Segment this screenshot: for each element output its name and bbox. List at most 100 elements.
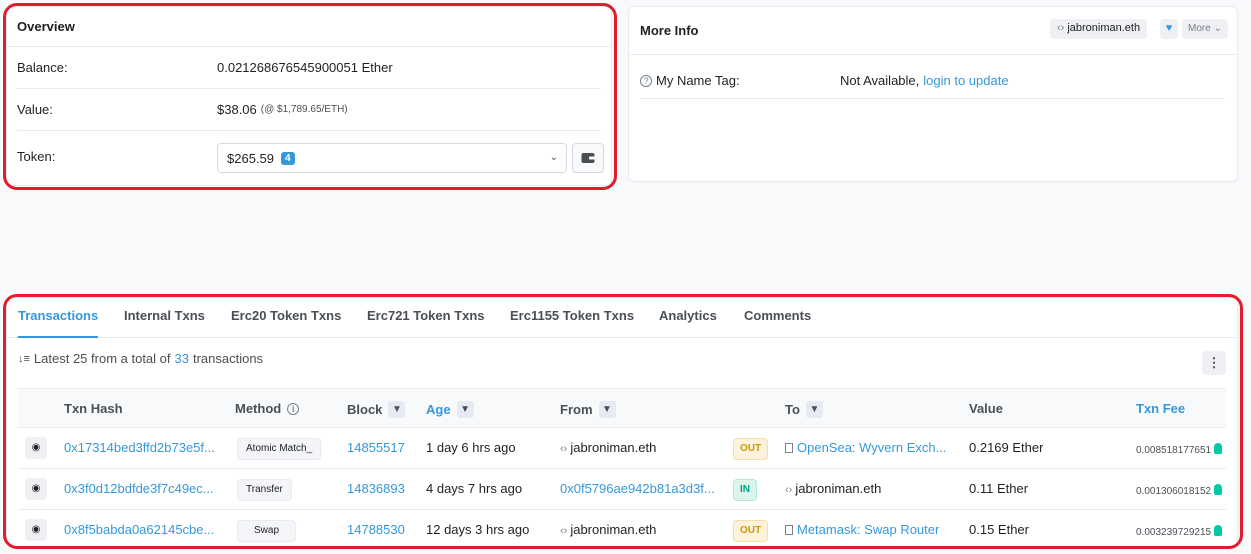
filter-icon[interactable]: ▼ — [805, 401, 823, 418]
tab-comments[interactable]: Comments — [744, 298, 811, 338]
info-icon[interactable]: i — [287, 402, 300, 415]
value-usd: $38.06 — [217, 102, 257, 117]
eye-icon[interactable]: ◉ — [25, 478, 47, 500]
filter-icon[interactable]: ▼ — [456, 401, 474, 418]
code-icon: ‹› — [560, 525, 568, 537]
token-value: $265.59 — [227, 150, 274, 166]
summary-prefix: Latest 25 from a total of — [33, 351, 171, 366]
token-count-badge: 4 — [281, 151, 295, 165]
txn-fee: 0.003239729215 — [1136, 523, 1223, 538]
direction-badge: IN — [733, 479, 757, 501]
col-block-label: Block — [347, 402, 383, 417]
age-value: 1 day 6 hrs ago — [426, 440, 516, 455]
txn-hash-link[interactable]: 0x17314bed3ffd2b73e5f... — [64, 440, 216, 455]
fee-value: 0.001306018152 — [1136, 486, 1212, 497]
col-value: Value — [969, 401, 1003, 416]
col-method: Method i — [235, 401, 300, 416]
txn-hash-link[interactable]: 0x8f5babda0a62145cbe... — [64, 522, 216, 537]
more-dropdown-button[interactable]: More ⌄ — [1182, 19, 1228, 39]
contract-icon — [785, 443, 793, 453]
lightbulb-icon[interactable] — [1214, 484, 1223, 495]
to-address[interactable]: OpenSea: Wyvern Exch... — [785, 440, 945, 455]
balance-label: Balance: — [17, 60, 68, 75]
table-row: ◉ 0x17314bed3ffd2b73e5f... Atomic Match_… — [18, 428, 1226, 469]
from-address[interactable]: ‹› jabroniman.eth — [560, 522, 656, 537]
more-info-card: More Info ‹› jabroniman.eth ♥ More ⌄ ? My… — [628, 6, 1238, 182]
code-icon: ‹› — [1057, 22, 1065, 34]
col-method-label: Method — [235, 401, 282, 416]
col-to-label: To — [785, 402, 800, 417]
fee-value: 0.008518177651 — [1136, 445, 1212, 456]
eye-icon[interactable]: ◉ — [25, 519, 47, 541]
col-txn-fee[interactable]: Txn Fee — [1136, 401, 1185, 416]
token-dropdown[interactable]: $265.59 4 ⌄ — [217, 143, 567, 173]
code-icon: ‹› — [560, 443, 568, 455]
name-tag-row: ? My Name Tag: Not Available, login to u… — [640, 63, 1225, 99]
col-from: From ▼ — [560, 401, 616, 418]
filter-icon[interactable]: ▼ — [598, 401, 616, 418]
value-amount: 0.2169 Ether — [969, 440, 1044, 455]
from-name: jabroniman.eth — [570, 522, 657, 537]
txn-fee: 0.008518177651 — [1136, 441, 1223, 456]
more-label: More — [1188, 23, 1211, 34]
to-link[interactable]: Metamask: Swap Router — [797, 522, 939, 537]
method-badge: Atomic Match_ — [237, 438, 322, 460]
ens-name-chip[interactable]: ‹› jabroniman.eth — [1050, 19, 1148, 39]
tab-bar: Transactions Internal Txns Erc20 Token T… — [7, 298, 1237, 338]
name-tag-label: My Name Tag: — [656, 73, 740, 88]
txn-count-link[interactable]: 33 — [175, 351, 189, 366]
eye-icon[interactable]: ◉ — [25, 437, 47, 459]
to-link[interactable]: OpenSea: Wyvern Exch... — [797, 440, 945, 455]
tab-analytics[interactable]: Analytics — [659, 298, 717, 338]
tab-erc721-token-txns[interactable]: Erc721 Token Txns — [367, 298, 485, 338]
method-badge: Swap — [237, 520, 297, 542]
wallet-button[interactable] — [572, 143, 604, 173]
direction-badge: OUT — [733, 438, 769, 460]
age-value: 12 days 3 hrs ago — [426, 522, 530, 537]
col-txn-hash: Txn Hash — [64, 401, 123, 416]
col-age: Age ▼ — [426, 401, 474, 418]
summary-suffix: transactions — [192, 351, 264, 366]
value-label: Value: — [17, 102, 53, 117]
chevron-down-icon: ⌄ — [549, 152, 558, 163]
token-label: Token: — [17, 148, 56, 164]
txn-summary: ↓≡ Latest 25 from a total of 33 transact… — [18, 351, 263, 366]
from-address-link[interactable]: 0x0f5796ae942b81a3d3f... — [560, 481, 716, 496]
filter-icon[interactable]: ▼ — [388, 401, 406, 418]
value-amount: 0.11 Ether — [969, 481, 1029, 496]
name-tag-label-wrap: ? My Name Tag: — [640, 73, 840, 88]
tab-transactions[interactable]: Transactions — [18, 298, 99, 338]
to-address[interactable]: Metamask: Swap Router — [785, 522, 955, 537]
options-menu-button[interactable]: ⋮ — [1202, 351, 1226, 375]
value-row: Value: $38.06 (@ $1,789.65/ETH) — [17, 89, 601, 131]
transactions-card: Transactions Internal Txns Erc20 Token T… — [6, 297, 1238, 547]
lightbulb-icon[interactable] — [1214, 525, 1223, 536]
to-name: jabroniman.eth — [795, 481, 882, 496]
heart-icon: ♥ — [1165, 22, 1173, 34]
kebab-icon: ⋮ — [1207, 355, 1221, 370]
tab-internal-txns[interactable]: Internal Txns — [124, 298, 205, 338]
tab-erc1155-token-txns[interactable]: Erc1155 Token Txns — [510, 298, 634, 338]
tab-erc20-token-txns[interactable]: Erc20 Token Txns — [231, 298, 341, 338]
code-icon: ‹› — [785, 484, 793, 496]
from-name: jabroniman.eth — [570, 440, 657, 455]
to-address[interactable]: ‹› jabroniman.eth — [785, 481, 881, 496]
ens-name: jabroniman.eth — [1067, 22, 1141, 34]
txn-fee: 0.001306018152 — [1136, 482, 1223, 497]
txn-hash-link[interactable]: 0x3f0d12bdfde3f7c49ec... — [64, 481, 216, 496]
help-icon: ? — [640, 74, 652, 87]
table-row: ◉ 0x8f5babda0a62145cbe... Swap 14788530 … — [18, 510, 1226, 551]
value-amount: 0.15 Ether — [969, 522, 1029, 537]
lightbulb-icon[interactable] — [1214, 443, 1223, 454]
favorite-button[interactable]: ♥ — [1160, 19, 1178, 39]
overview-title: Overview — [7, 7, 611, 47]
from-address[interactable]: ‹› jabroniman.eth — [560, 440, 656, 455]
login-to-update-link[interactable]: login to update — [923, 73, 1008, 88]
block-link[interactable]: 14836893 — [347, 481, 405, 496]
sort-icon: ↓≡ — [18, 352, 30, 365]
block-link[interactable]: 14788530 — [347, 522, 405, 537]
name-tag-value: Not Available, — [840, 73, 920, 88]
block-link[interactable]: 14855517 — [347, 440, 405, 455]
col-age-label[interactable]: Age — [426, 402, 451, 417]
chevron-down-icon: ⌄ — [1213, 23, 1222, 34]
